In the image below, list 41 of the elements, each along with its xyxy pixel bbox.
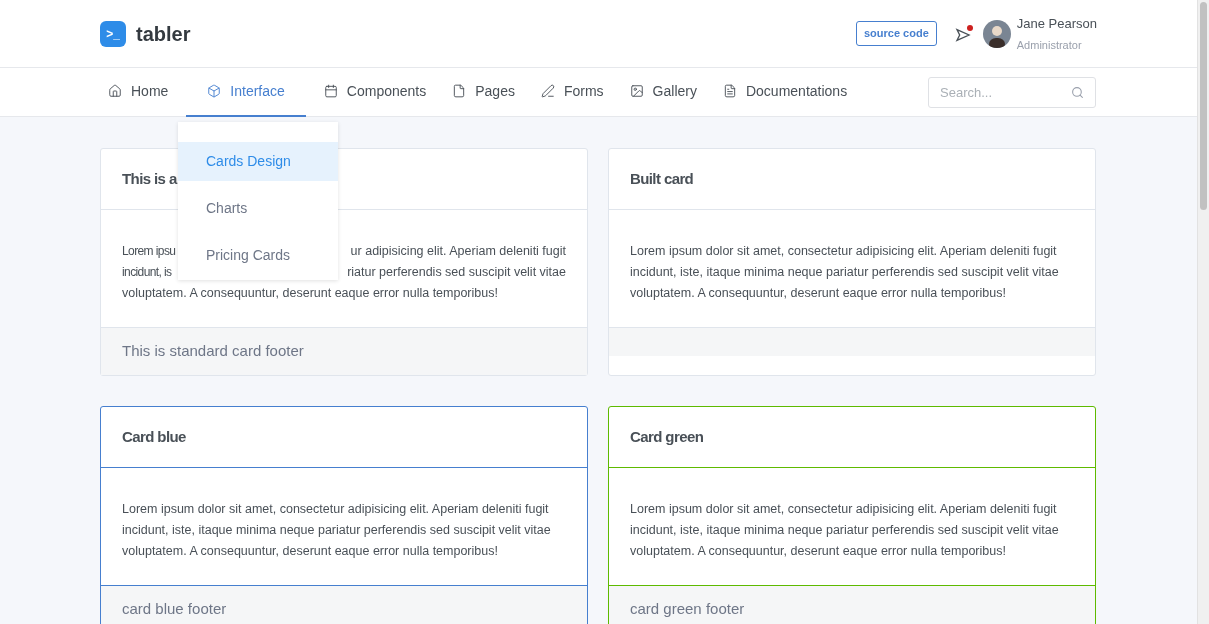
- card-body-text: Lorem ipsum dolor sit amet, consectetur adipisicing elit. Aperiam deleniti fugit incidunt, iste, itaque minima neque pariatur perferendis sed suscipit velit vitae voluptatem. A consequuntur, deserunt eaque error nulla temporibus!: [630, 243, 1060, 302]
- card-title: Built card: [630, 168, 694, 189]
- source-code-button[interactable]: source code: [855, 21, 937, 46]
- dropdown-item[interactable]: Pricing Cards: [178, 236, 338, 275]
- user-role: Administrator: [1016, 38, 1083, 53]
- nav-tab[interactable]: Forms: [532, 67, 612, 117]
- card-body-text: riatur perferendis sed suscipit velit vitae: [347, 264, 566, 281]
- card-title: Card green: [630, 426, 704, 447]
- card-body-text: Lorem ipsu: [122, 243, 176, 260]
- avatar[interactable]: [982, 19, 1011, 48]
- card-body-text: ur adipisicing elit. Aperiam deleniti fugit: [350, 243, 566, 260]
- nav-tab[interactable]: Documentations: [714, 67, 856, 117]
- pencil-icon: [540, 84, 555, 98]
- card-title: Card blue: [122, 426, 186, 447]
- document-icon: [722, 84, 737, 98]
- nav-tab[interactable]: Gallery: [621, 67, 705, 117]
- nav-tab[interactable]: Home: [100, 67, 177, 117]
- card-footer-text: card green footer: [630, 599, 745, 620]
- card-body-text: incidunt, is: [122, 264, 172, 281]
- nav-tab[interactable]: Pages: [444, 67, 523, 117]
- brand-name: tabler: [136, 21, 191, 47]
- search-icon: [1071, 85, 1084, 99]
- image-icon: [629, 84, 644, 98]
- home-icon: [108, 84, 122, 98]
- dropdown-item[interactable]: Charts: [178, 189, 338, 228]
- file-icon: [452, 84, 467, 98]
- card-footer-text: This is standard card footer: [122, 341, 304, 362]
- notification-icon[interactable]: [954, 24, 973, 43]
- logo-icon: >_: [100, 20, 126, 47]
- card-body-text: Lorem ipsum dolor sit amet, consectetur adipisicing elit. Aperiam deleniti fugit incidunt, iste, itaque minima neque pariatur perferendis sed suscipit velit vitae voluptatem. A consequuntur, deserunt eaque error nulla temporibus!: [630, 501, 1060, 560]
- card-footer-text: card blue footer: [122, 599, 227, 620]
- cube-icon: [207, 84, 222, 98]
- scrollbar-thumb[interactable]: [1200, 2, 1207, 210]
- card-body-text: Lorem ipsum dolor sit amet, consectetur adipisicing elit. Aperiam deleniti fugit incidunt, iste, itaque minima neque pariatur perferendis sed suscipit velit vitae voluptatem. A consequuntur, deserunt eaque error nulla temporibus!: [122, 501, 552, 560]
- calendar-icon: [323, 84, 338, 98]
- nav-tab[interactable]: Components: [315, 67, 435, 117]
- nav-tab[interactable]: Interface: [186, 67, 306, 117]
- card-body-text: voluptatem. A consequuntur, deserunt eaque error nulla temporibus!: [122, 285, 498, 302]
- search-field[interactable]: Search...: [928, 76, 1096, 108]
- user-name: Jane Pearson: [1016, 14, 1097, 33]
- card-title: This is a: [122, 168, 177, 189]
